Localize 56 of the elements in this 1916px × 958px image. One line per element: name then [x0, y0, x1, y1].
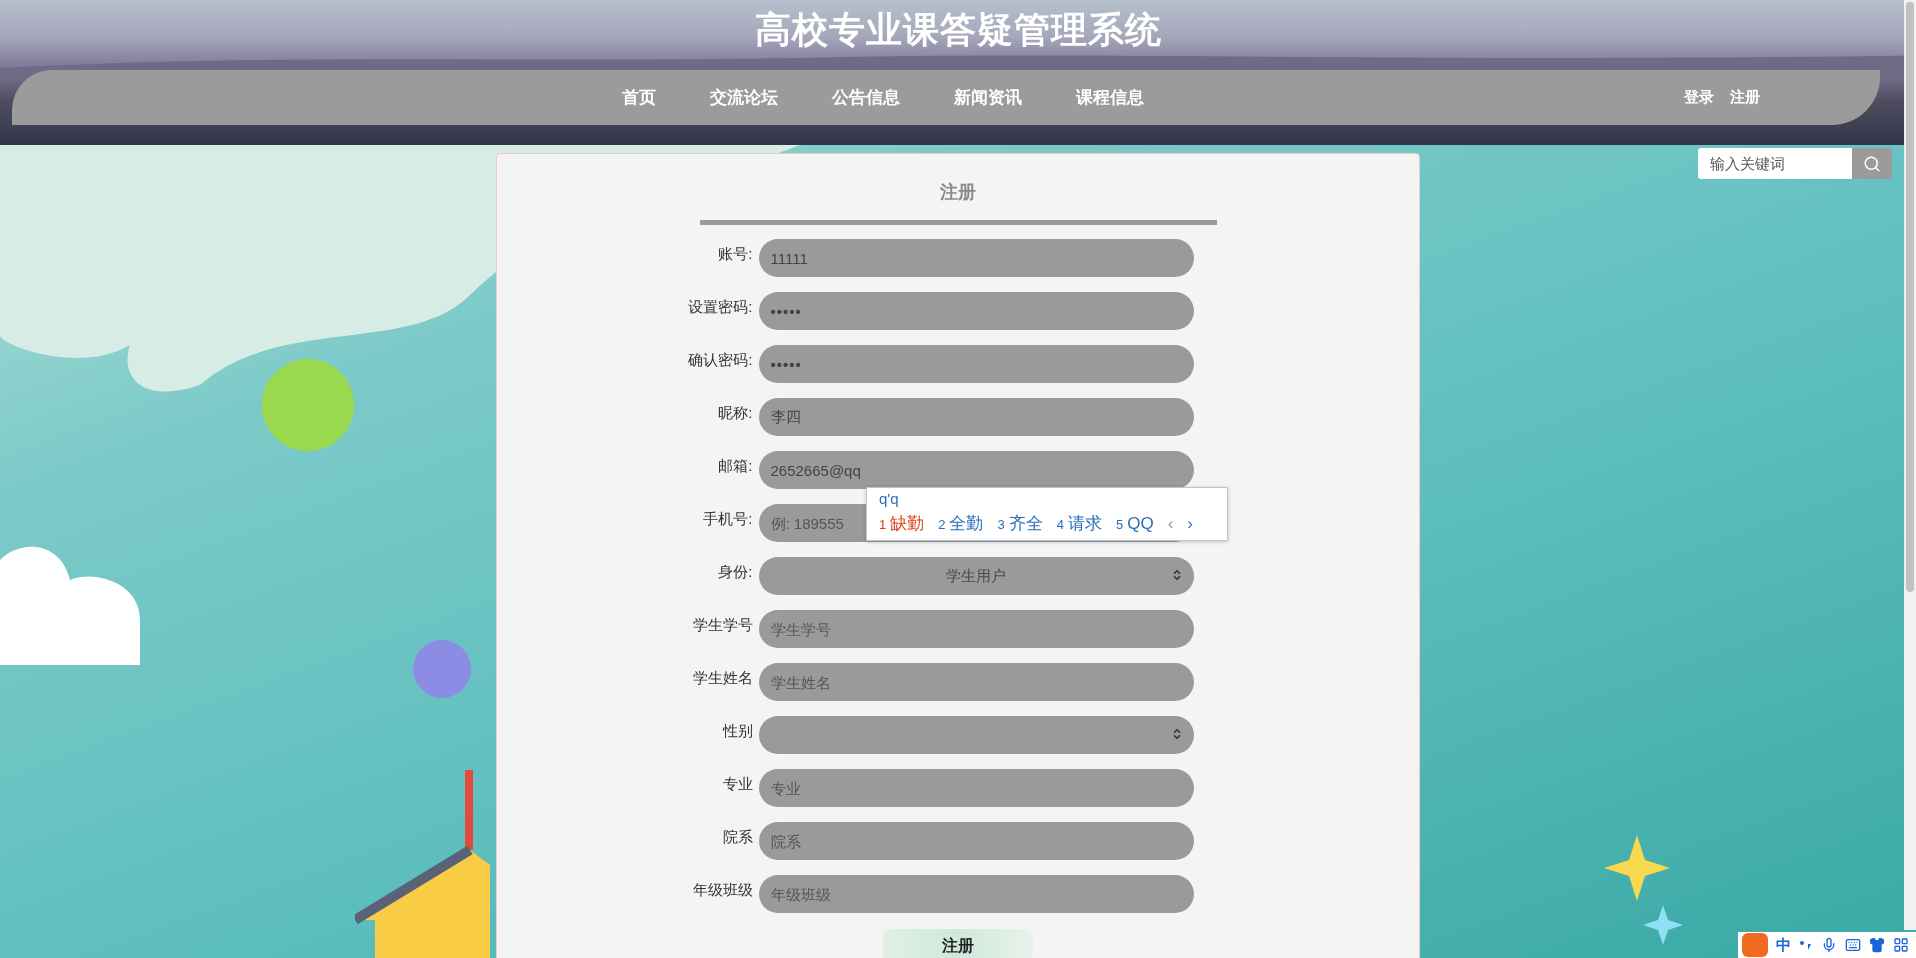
punctuation-icon[interactable]: [1799, 938, 1813, 952]
ime-candidate[interactable]: 5 QQ: [1115, 513, 1154, 534]
field-label: 性别: [721, 721, 753, 741]
field-label: 学生学号: [691, 615, 753, 635]
auth-link[interactable]: 登录: [1684, 88, 1714, 107]
nav-link[interactable]: 公告信息: [832, 86, 900, 109]
form-title: 注册: [940, 181, 976, 204]
input-field[interactable]: 学生姓名: [758, 663, 1194, 701]
select-field[interactable]: 学生用户: [758, 557, 1194, 595]
nav-link[interactable]: 新闻资讯: [954, 86, 1022, 109]
ime-next-page[interactable]: ›: [1187, 513, 1193, 534]
field-label: 手机号:: [702, 509, 753, 529]
sort-arrows-icon: [1171, 569, 1182, 583]
password-field[interactable]: •••••: [758, 345, 1194, 383]
ime-composition: q'q: [879, 490, 900, 509]
ime-prev-page[interactable]: ‹: [1167, 513, 1174, 534]
field-label: 设置密码:: [687, 297, 753, 317]
field-label: 专业: [721, 774, 753, 794]
input-field[interactable]: 院系: [758, 822, 1194, 860]
scrollbar[interactable]: [1904, 0, 1916, 930]
nav-link[interactable]: 首页: [622, 86, 656, 109]
shirt-icon[interactable]: [1869, 937, 1885, 953]
ime-logo-icon: [1742, 933, 1768, 957]
field-label: 院系: [721, 827, 753, 847]
field-label: 年级班级: [691, 880, 753, 900]
password-field[interactable]: •••••: [758, 292, 1194, 330]
input-field[interactable]: 11111: [758, 239, 1194, 277]
search-icon: [1863, 154, 1881, 173]
ime-candidate[interactable]: 4 请求: [1056, 512, 1102, 535]
field-label: 身份:: [717, 562, 753, 582]
input-field[interactable]: 李四: [758, 398, 1194, 436]
keyboard-icon[interactable]: [1845, 937, 1861, 953]
input-field[interactable]: 年级班级: [758, 875, 1194, 913]
input-field[interactable]: 2652665@qq: [758, 451, 1194, 489]
nav-link[interactable]: 交流论坛: [710, 86, 778, 109]
field-label: 确认密码:: [687, 350, 753, 370]
auth-link[interactable]: 注册: [1730, 88, 1760, 107]
ime-candidate[interactable]: 3 齐全: [997, 512, 1043, 535]
grid-icon[interactable]: [1893, 937, 1909, 953]
input-field[interactable]: 学生学号: [758, 610, 1194, 648]
input-field[interactable]: 专业: [758, 769, 1194, 807]
field-label: 昵称:: [717, 403, 753, 423]
site-title: 高校专业课答疑管理系统: [754, 8, 1162, 52]
search-button[interactable]: [1852, 148, 1892, 179]
sort-arrows-icon: [1171, 728, 1182, 742]
ime-mode-toggle[interactable]: 中: [1776, 935, 1791, 955]
ime-candidate[interactable]: 2 全勤: [938, 512, 984, 535]
microphone-icon[interactable]: [1821, 937, 1837, 953]
field-label: 账号:: [717, 244, 753, 264]
ball-drawing: [412, 639, 472, 699]
register-button[interactable]: 注册: [883, 929, 1033, 958]
search-field[interactable]: 输入关键词: [1698, 148, 1852, 179]
ime-candidate[interactable]: 1 缺勤: [879, 512, 925, 535]
field-label: 学生姓名: [691, 668, 753, 688]
field-label: 邮箱:: [717, 456, 753, 476]
nav-link[interactable]: 课程信息: [1076, 86, 1144, 109]
